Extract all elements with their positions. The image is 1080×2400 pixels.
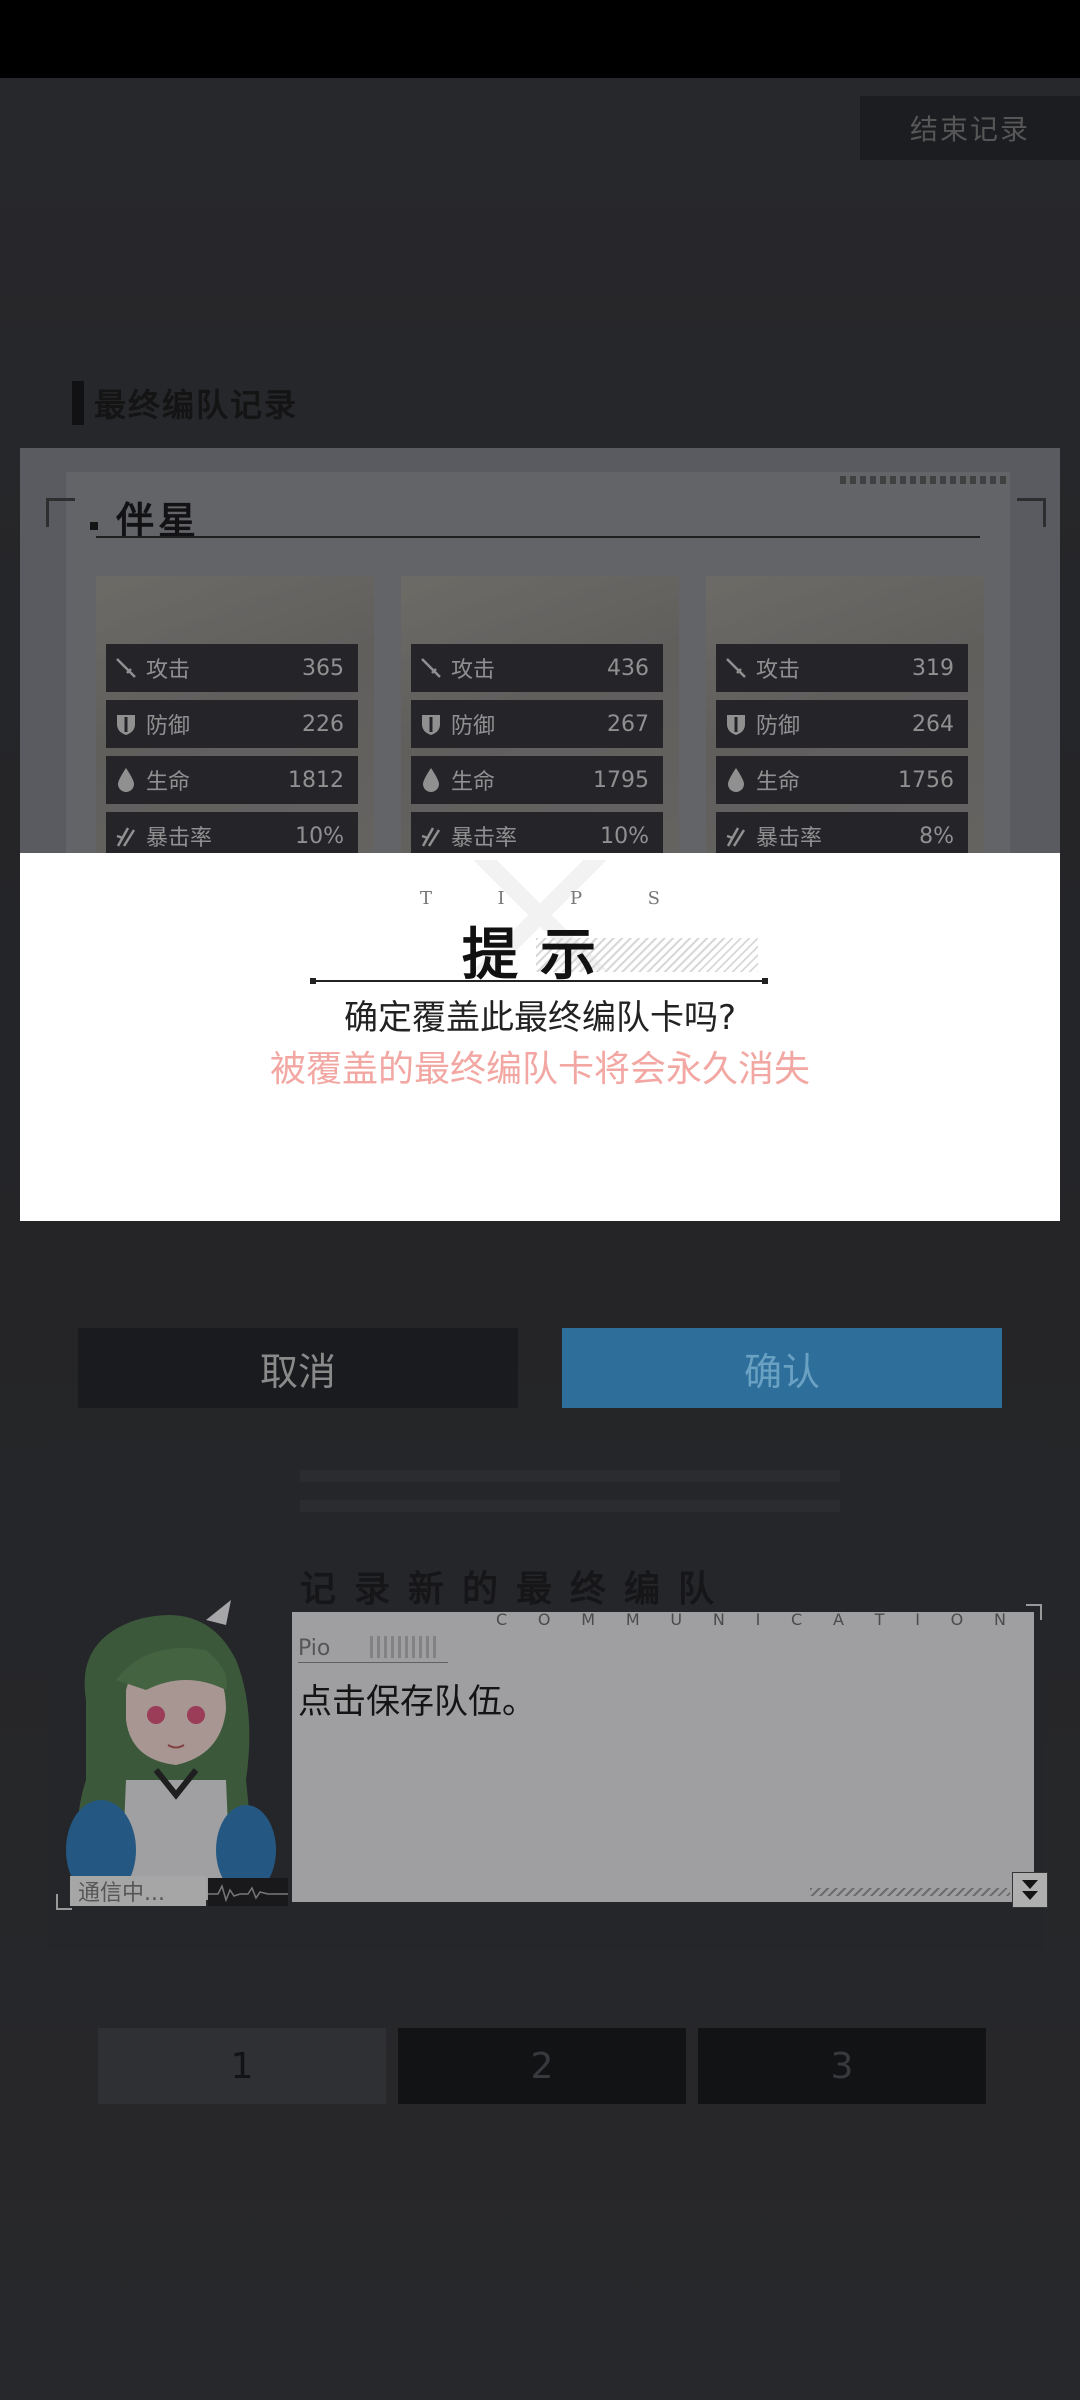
- dialog-message: 确定覆盖此最终编队卡吗?: [343, 998, 737, 1038]
- modal-overlay[interactable]: [0, 78, 1080, 2400]
- title-line-dot: [762, 978, 768, 984]
- tips-label: TIPS: [420, 888, 660, 909]
- dialog-title: 提示: [462, 922, 618, 988]
- dialog-warning: 被覆盖的最终编队卡将会永久消失: [269, 1049, 810, 1090]
- cancel-button[interactable]: 取消: [78, 1328, 518, 1408]
- confirm-button[interactable]: 确认: [562, 1328, 1002, 1408]
- title-underline: [316, 980, 762, 982]
- status-bar: [0, 0, 1080, 78]
